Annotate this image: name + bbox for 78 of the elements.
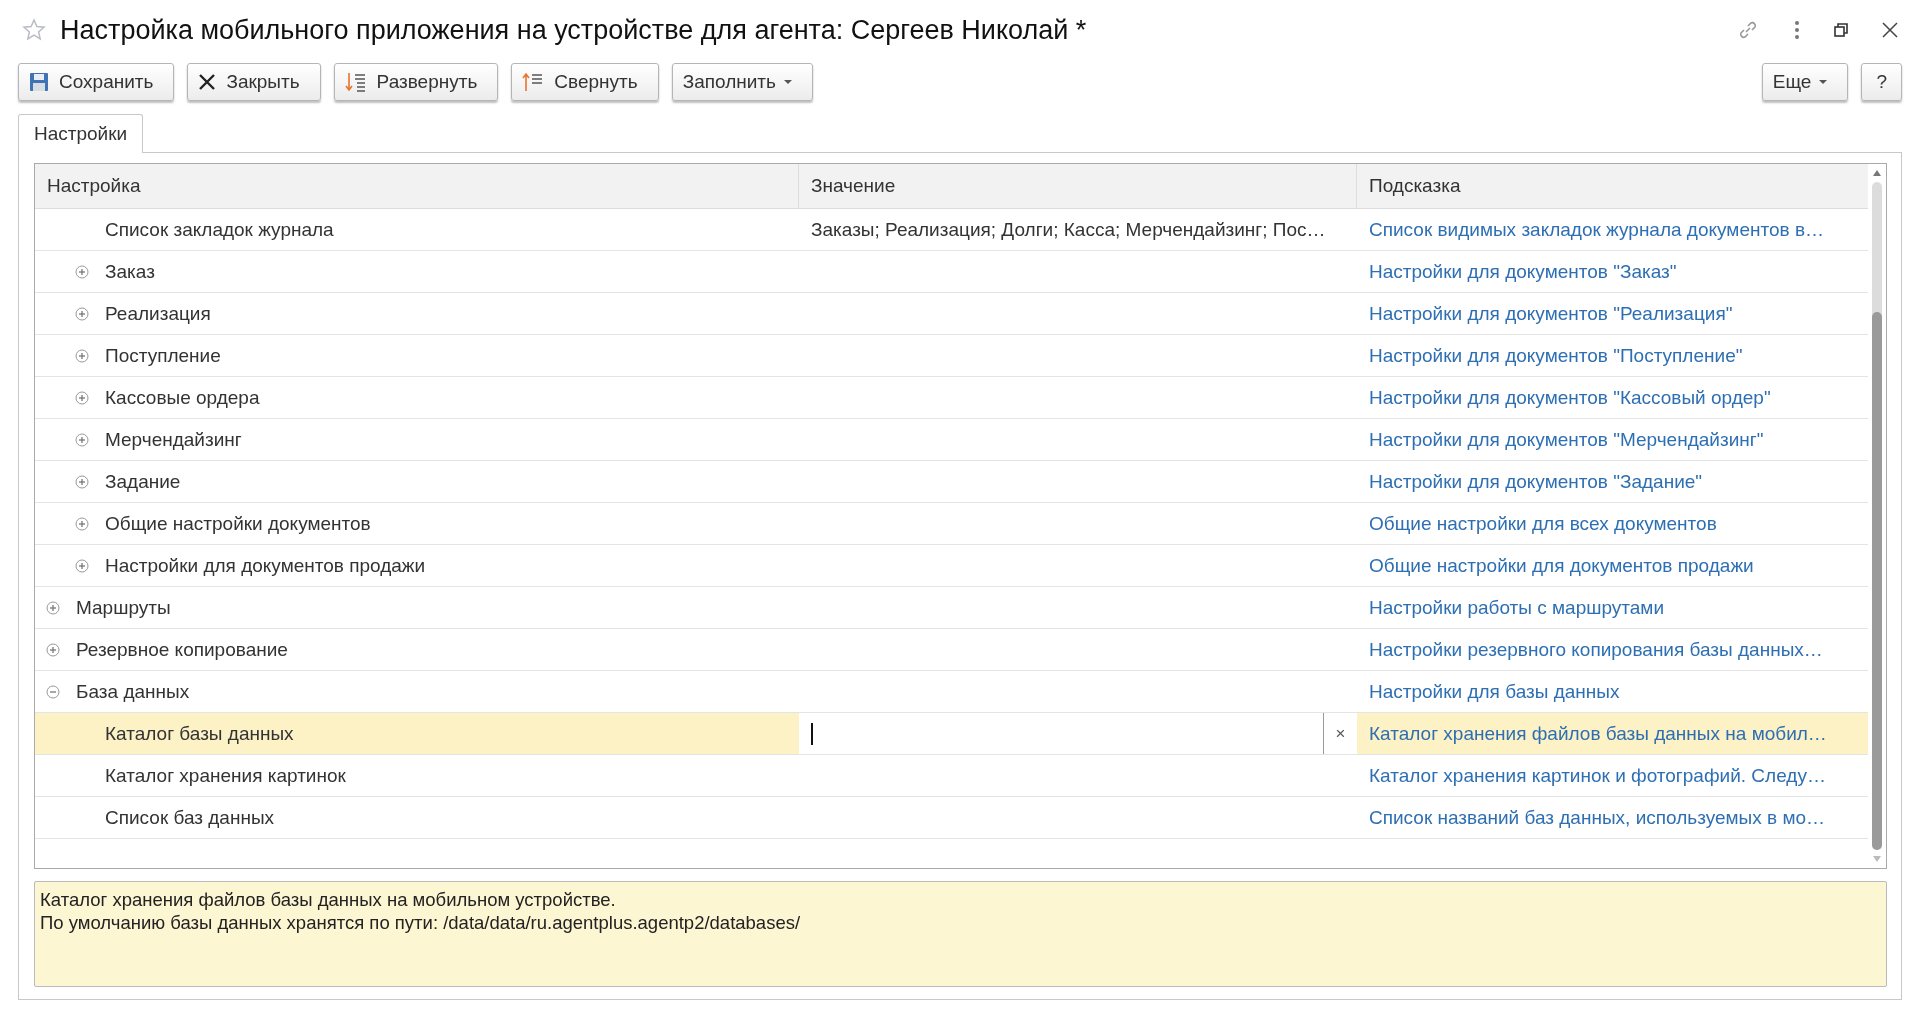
- down-arrow-list-icon: [344, 71, 367, 93]
- setting-name: Каталог хранения картинок: [105, 764, 346, 787]
- tab[interactable]: Настройки: [18, 114, 144, 153]
- description-text: Каталог хранения файлов базы данных на мобильном устройстве.: [40, 888, 617, 911]
- setting-name: Задание: [105, 470, 181, 493]
- expand-toggle-icon[interactable]: [75, 432, 89, 447]
- table-row[interactable]: Настройки для документов продажи Общие настройки для документов продажи: [35, 545, 1868, 587]
- star-icon[interactable]: [22, 18, 46, 42]
- setting-name: Мерчендайзинг: [105, 428, 242, 451]
- setting-name: Настройки для документов продажи: [105, 554, 426, 577]
- setting-name: Заказ: [105, 260, 155, 283]
- cross-icon: [198, 73, 217, 91]
- setting-value: Заказы; Реализация; Долги; Касса; Мерчендайзинг; Пос…: [811, 218, 1326, 241]
- hint-link[interactable]: Настройки для документов "Заказ": [1369, 260, 1677, 283]
- toolbar-button[interactable]: ?: [1861, 63, 1902, 101]
- setting-name: Кассовые ордера: [105, 386, 260, 409]
- toolbar-button[interactable]: Заполнить: [671, 63, 813, 101]
- expand-toggle-icon[interactable]: [75, 348, 89, 363]
- table-row[interactable]: Кассовые ордера Настройки для документов "Кассовый ордер": [35, 377, 1868, 419]
- setting-name: Список баз данных: [105, 806, 275, 829]
- toolbar-button[interactable]: Еще: [1761, 63, 1849, 101]
- expand-toggle-icon[interactable]: [75, 558, 89, 573]
- more-icon[interactable]: [1794, 20, 1800, 40]
- window-title: Настройка мобильного приложения на устройстве для агента: Сергеев Николай *: [60, 14, 1088, 46]
- toolbar-button[interactable]: Сохранить: [18, 63, 175, 101]
- hint-link[interactable]: Настройки для документов "Поступление": [1369, 344, 1743, 367]
- setting-name: Маршруты: [76, 596, 171, 619]
- description-text: По умолчанию базы данных хранятся по пути: /data/data/ru.agentplus.agentp2/databases/: [40, 911, 802, 934]
- close-icon[interactable]: [1882, 22, 1898, 38]
- setting-name: База данных: [76, 680, 190, 703]
- hint-link[interactable]: Настройки для документов "Задание": [1369, 470, 1703, 493]
- up-arrow-list-icon: [522, 71, 545, 93]
- table-row[interactable]: Каталог хранения картинок Каталог хранения картинок и фотографий. Следу…: [35, 755, 1868, 797]
- toolbar-button[interactable]: Развернуть: [333, 63, 499, 101]
- toolbar-button[interactable]: Закрыть: [187, 63, 321, 101]
- hint-link[interactable]: Список видимых закладок журнала документов в…: [1369, 218, 1824, 241]
- table-row[interactable]: Список закладок журнала Заказы; Реализация; Долги; Касса; Мерчендайзинг; Пос… Список видимых закладок журнала документов в…: [35, 209, 1868, 251]
- hint-link[interactable]: Общие настройки для документов продажи: [1369, 554, 1754, 577]
- caret-icon: [1819, 80, 1828, 84]
- hint-link[interactable]: Настройки работы с маршрутами: [1369, 596, 1665, 619]
- table-row[interactable]: Каталог базы данных × Каталог хранения файлов базы данных на мобил…: [35, 713, 1868, 755]
- setting-name: Резервное копирование: [76, 638, 288, 661]
- setting-name: Список закладок журнала: [105, 218, 334, 241]
- table-row[interactable]: Поступление Настройки для документов "Поступление": [35, 335, 1868, 377]
- expand-toggle-icon[interactable]: [75, 516, 89, 531]
- hint-link[interactable]: Настройки для документов "Реализация": [1369, 302, 1733, 325]
- column-header[interactable]: Настройка: [35, 164, 799, 208]
- hint-link[interactable]: Список названий баз данных, используемых в мо…: [1369, 806, 1826, 829]
- hint-link[interactable]: Общие настройки для всех документов: [1369, 512, 1717, 535]
- hint-link[interactable]: Настройки для документов "Мерчендайзинг": [1369, 428, 1764, 451]
- hint-link[interactable]: Настройки для документов "Кассовый ордер": [1369, 386, 1771, 409]
- setting-name: Общие настройки документов: [105, 512, 371, 535]
- expand-toggle-icon[interactable]: [46, 600, 60, 615]
- table-row[interactable]: Резервное копирование Настройки резервного копирования базы данных…: [35, 629, 1868, 671]
- hint-link[interactable]: Настройки резервного копирования базы данных…: [1369, 638, 1823, 661]
- toolbar-button[interactable]: Свернуть: [511, 63, 659, 101]
- expand-toggle-icon[interactable]: [75, 390, 89, 405]
- table-row[interactable]: Мерчендайзинг Настройки для документов "Мерчендайзинг": [35, 419, 1868, 461]
- table-row[interactable]: Маршруты Настройки работы с маршрутами: [35, 587, 1868, 629]
- restore-icon[interactable]: [1834, 23, 1848, 37]
- table-row[interactable]: Общие настройки документов Общие настройки для всех документов: [35, 503, 1868, 545]
- caret-icon: [783, 80, 792, 84]
- expand-toggle-icon[interactable]: [46, 684, 60, 699]
- expand-toggle-icon[interactable]: [75, 306, 89, 321]
- setting-name: Поступление: [105, 344, 221, 367]
- setting-name: Каталог базы данных: [105, 722, 294, 745]
- table-row[interactable]: Реализация Настройки для документов "Реализация": [35, 293, 1868, 335]
- table-row[interactable]: Заказ Настройки для документов "Заказ": [35, 251, 1868, 293]
- hint-link[interactable]: Каталог хранения картинок и фотографий. Следу…: [1369, 764, 1826, 787]
- expand-toggle-icon[interactable]: [75, 474, 89, 489]
- column-header[interactable]: Подсказка: [1357, 164, 1868, 208]
- setting-name: Реализация: [105, 302, 211, 325]
- expand-toggle-icon[interactable]: [46, 642, 60, 657]
- column-header[interactable]: Значение: [799, 164, 1357, 208]
- table-row[interactable]: Список баз данных Список названий баз данных, используемых в мо…: [35, 797, 1868, 839]
- expand-toggle-icon[interactable]: [75, 264, 89, 279]
- table-row[interactable]: Задание Настройки для документов "Задание": [35, 461, 1868, 503]
- hint-link[interactable]: Настройки для базы данных: [1369, 680, 1620, 703]
